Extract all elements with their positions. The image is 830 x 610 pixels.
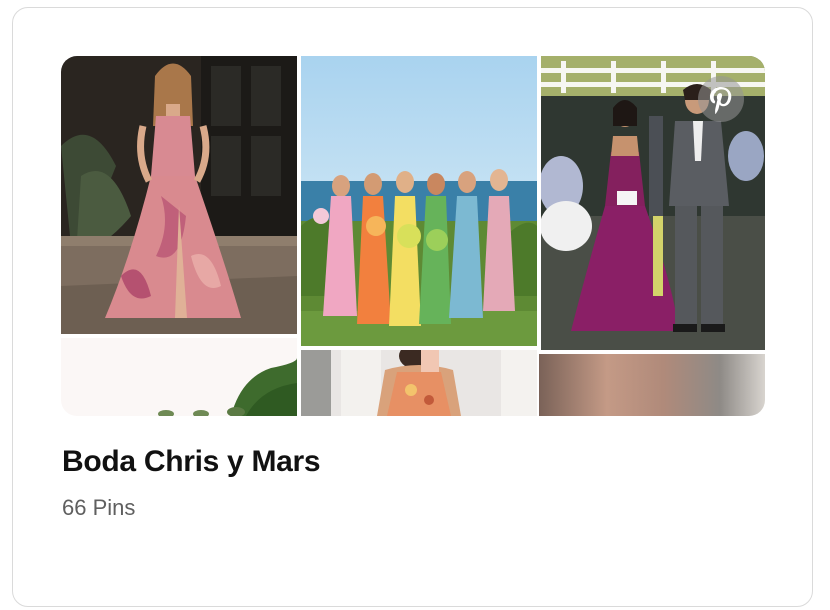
- bridesmaids-beach-photo[interactable]: [301, 56, 537, 346]
- orange-dress-selfie-photo[interactable]: [301, 350, 537, 416]
- board-title[interactable]: Boda Chris y Mars: [62, 445, 321, 479]
- blurred-photo[interactable]: [539, 354, 765, 416]
- pinterest-icon: [710, 87, 732, 114]
- pinterest-badge[interactable]: [698, 76, 744, 122]
- floral-gown-photo[interactable]: [61, 56, 297, 334]
- garden-photo[interactable]: [61, 338, 297, 416]
- board-cover-mosaic[interactable]: [61, 56, 765, 416]
- pin-count: 66 Pins: [62, 495, 136, 520]
